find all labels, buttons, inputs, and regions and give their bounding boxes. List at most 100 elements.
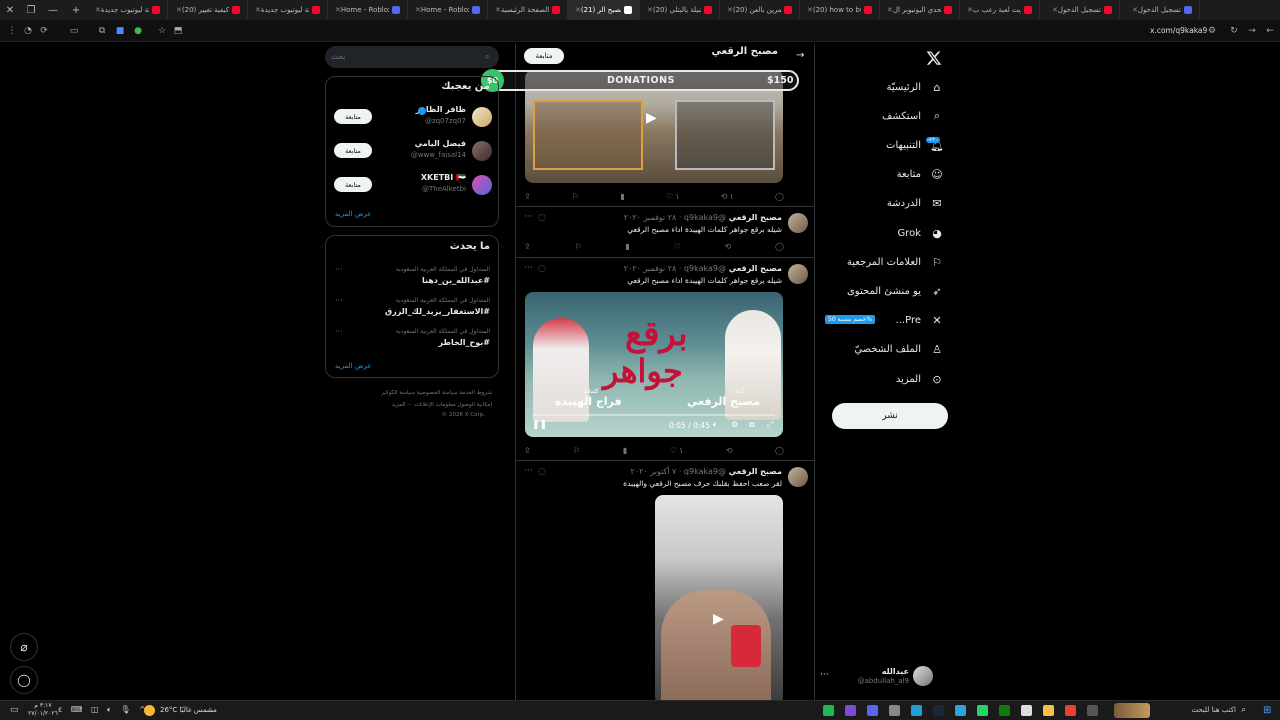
tab-close-icon[interactable]: ✕ (492, 6, 501, 14)
browser-tab[interactable]: ✕ تحدي اليوتيوبر ال (880, 0, 960, 20)
tab-close-icon[interactable]: ✕ (173, 6, 182, 14)
repost-icon[interactable]: ⟲ ١ (721, 190, 734, 202)
puzzle-icon[interactable]: ⧉ (96, 25, 108, 37)
user-avatar[interactable] (472, 107, 492, 127)
views-icon[interactable]: ▮ (620, 190, 624, 202)
tab-close-icon[interactable]: ✕ (92, 6, 101, 14)
xbox-icon[interactable] (999, 705, 1010, 716)
extensions-icon[interactable]: ◔ (22, 25, 34, 37)
show-desktop-icon[interactable]: ▭ (10, 705, 19, 715)
follow-button[interactable]: متابعة (334, 177, 372, 192)
settings-icon[interactable]: ⚙ (731, 420, 738, 429)
browser-tab[interactable]: ✕ تسجيل الدخول (1120, 0, 1200, 20)
tweet[interactable]: مصبح الرقعي @q9kaka9 · ٢٨ نوفمبر ٢٠٢٠ ◌ … (516, 259, 814, 461)
window-minimize-button[interactable]: — (42, 0, 64, 20)
tab-close-icon[interactable]: ✕ (724, 6, 733, 14)
tab-close-icon[interactable]: ✕ (412, 6, 421, 14)
footer-links-1[interactable]: شروط الخدمة سياسة الخصوصية سياسة الكوكيز (381, 390, 492, 396)
share-icon[interactable]: ⇪ (524, 240, 531, 252)
trend-more-icon[interactable]: ··· (335, 296, 343, 305)
nav-item[interactable]: ⚐ العلامات المرجعية (847, 251, 944, 273)
tab-close-icon[interactable]: ✕ (964, 6, 973, 14)
tab-close-icon[interactable]: ✕ (1049, 6, 1058, 14)
tab-close-icon[interactable]: ✕ (644, 6, 653, 14)
grok-icon[interactable]: ◌ (538, 213, 546, 223)
browser-tab[interactable]: ✕ Home - Roblox (408, 0, 488, 20)
weather-text[interactable]: 26°C مشمس غالبًا (160, 706, 217, 714)
telegram-icon[interactable] (955, 705, 966, 716)
bookmark-icon[interactable]: ⚐ (573, 444, 580, 456)
repost-icon[interactable]: ⟲ (726, 444, 733, 456)
account-more-icon[interactable]: ··· (820, 670, 829, 680)
messages-float-button[interactable]: ◯ (10, 666, 38, 694)
tweet-author[interactable]: مصبح الرقعي @q9kaka9 · ٢٨ نوفمبر ٢٠٢٠ (624, 264, 782, 273)
tab-close-icon[interactable]: ✕ (572, 6, 581, 14)
chrome-icon[interactable] (1065, 705, 1076, 716)
app-whatsapp-icon[interactable] (977, 705, 988, 716)
tweet-avatar[interactable] (788, 467, 808, 487)
window-close-button[interactable]: ✕ (0, 0, 20, 20)
pip-icon[interactable]: ⧉ (749, 420, 755, 430)
share-icon[interactable]: ⇪ (524, 444, 531, 456)
extension-green-icon[interactable]: ● (132, 25, 144, 37)
like-icon[interactable]: ♡ (674, 240, 681, 252)
premium-discount-badge[interactable]: خصم بنسبة 50% (825, 315, 875, 324)
nav-item[interactable]: ◕ Grok (897, 222, 944, 244)
menu-icon[interactable]: ⋮ (6, 25, 18, 37)
nav-item[interactable]: ♙ الملف الشخصيّ (854, 339, 944, 361)
bookmark-icon[interactable]: ⚐ (574, 240, 581, 252)
browser-tab[interactable]: ✕ الصفحة الرئيسية (488, 0, 568, 20)
like-icon[interactable]: ♡ ١ (666, 190, 679, 202)
trend-hashtag[interactable]: #عبدالله_بن_دهنا (422, 276, 490, 285)
like-icon[interactable]: ♡ ١ (670, 444, 683, 456)
bookmark-icon[interactable]: ⚐ (572, 190, 579, 202)
follow-button[interactable]: متابعة (334, 143, 372, 158)
trend-more-icon[interactable]: ··· (335, 265, 343, 274)
play-icon[interactable]: ▶ (646, 110, 657, 126)
browser-tab[interactable]: ✕(20) how to buy (800, 0, 880, 20)
nav-item[interactable]: ➶ يو منشئ المحتوى (847, 280, 944, 302)
browser-tab[interactable]: ✕ (20) شيلة يالبتلي (640, 0, 720, 20)
footer-links-2[interactable]: إمكانية الوصول معلومات الإعلانات ··· الم… (392, 402, 492, 408)
post-button[interactable]: نشر (832, 403, 948, 429)
tab-close-icon[interactable]: ✕ (252, 6, 261, 14)
grok-icon[interactable]: ◌ (538, 264, 546, 274)
nav-item[interactable]: ⌕ استكشف (882, 105, 944, 127)
grok-icon[interactable]: ◌ (538, 467, 546, 477)
user-name[interactable]: XKETBI 🇦🇪 (421, 173, 466, 182)
tab-close-icon[interactable]: ✕ (884, 6, 893, 14)
browser-tab[interactable]: ✕علامة ليوتيوب جديدة (88, 0, 168, 20)
share-icon[interactable]: ⇪ (524, 190, 531, 202)
who-to-follow-show-more[interactable]: عرض المزيد (335, 210, 371, 218)
nav-item[interactable]: ☺ متابعة (897, 164, 944, 186)
app-green-icon[interactable] (823, 705, 834, 716)
sync-icon[interactable]: ⟳ (38, 25, 50, 37)
tab-close-icon[interactable]: ✕ (332, 6, 341, 14)
app-white-icon[interactable] (1021, 705, 1032, 716)
trend-hashtag[interactable]: #الاستغفار_يزيد_لك_الرزق (385, 307, 490, 316)
reply-icon[interactable]: ◯ (775, 444, 784, 456)
user-avatar[interactable] (472, 141, 492, 161)
user-name[interactable]: فيصل اليامي (415, 139, 466, 148)
reload-icon[interactable]: ↻ (1228, 25, 1240, 37)
discord-icon[interactable] (867, 705, 878, 716)
browser-tab[interactable]: ✕علامة ليوتيوب جديدة (248, 0, 328, 20)
taskbar-search-icon[interactable]: ⌕ (1241, 705, 1246, 715)
nav-item[interactable]: ✕ Pre... (896, 310, 944, 332)
taskbar-clock[interactable]: ٣:١٧ م ٢٧/٠١/٢٠٢٦ (28, 702, 58, 718)
install-icon[interactable]: ⬒ (172, 25, 184, 37)
browser-tab[interactable]: ✕ تسجيل الدخول (1040, 0, 1120, 20)
video-progress-track[interactable] (533, 414, 775, 416)
app-purple-icon[interactable] (845, 705, 856, 716)
browser-tab[interactable]: ✕(21) مصبح الر (568, 0, 640, 20)
tweet-author[interactable]: مصبح الرقعي @q9kaka9 · ٢٨ نوفمبر ٢٠٢٠ (624, 213, 782, 222)
repost-icon[interactable]: ⟲ (725, 240, 732, 252)
search-box[interactable]: ⌕ بحث (325, 46, 499, 68)
weather-icon[interactable] (144, 705, 155, 716)
tweet-author[interactable]: مصبح الرقعي @q9kaka9 · ٧ أكتوبر ٢٠٢٠ (630, 467, 782, 476)
tweet-avatar[interactable] (788, 264, 808, 284)
forward-icon[interactable]: → (1246, 25, 1258, 37)
browser-tab[interactable]: ✕(20) التمرين بالعن (720, 0, 800, 20)
tab-close-icon[interactable]: ✕ (1129, 6, 1138, 14)
tweet-avatar[interactable] (788, 213, 808, 233)
